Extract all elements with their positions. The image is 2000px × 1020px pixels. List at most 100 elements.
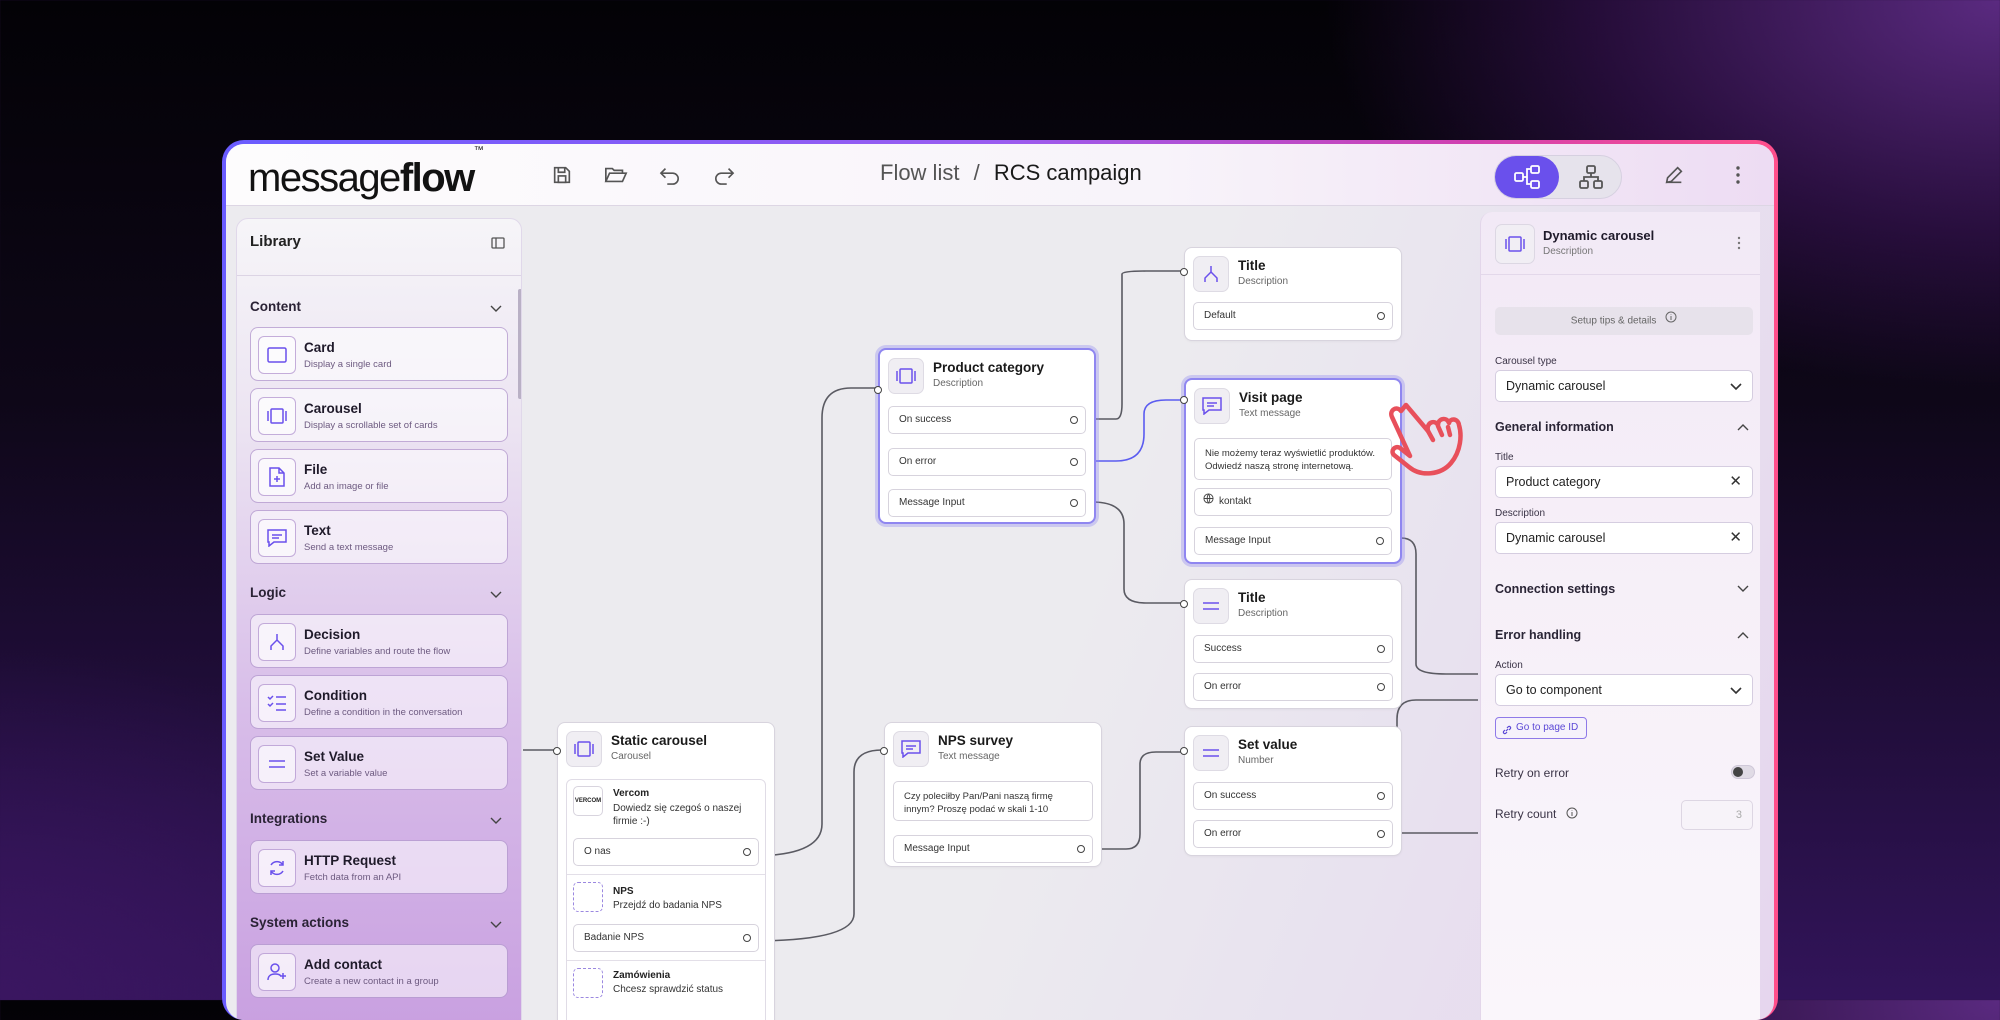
- description-input[interactable]: Dynamic carousel ✕: [1495, 522, 1753, 554]
- node-title: Product category: [933, 360, 1045, 375]
- branch-icon: [1193, 256, 1229, 292]
- card-title: Zamówienia: [613, 970, 671, 981]
- node-static-carousel[interactable]: Static carousel Carousel VERCOM Vercom D…: [553, 722, 775, 1020]
- node-output-on-error[interactable]: On error: [1193, 673, 1393, 701]
- section-label: Connection settings: [1495, 582, 1616, 596]
- title-input[interactable]: Product category ✕: [1495, 466, 1753, 498]
- card-text: Przejdź do badania NPS: [613, 900, 722, 911]
- equals-icon: [1193, 588, 1229, 624]
- retry-count-label: Retry count: [1495, 807, 1557, 821]
- output-port[interactable]: [1377, 792, 1385, 800]
- panel-subtitle: Description: [1543, 246, 1594, 257]
- node-output-message-input[interactable]: Message Input: [888, 489, 1086, 517]
- row-label: Message Input: [904, 843, 970, 854]
- select-value: Go to component: [1506, 683, 1602, 697]
- node-output-message-input[interactable]: Message Input: [1194, 527, 1392, 555]
- node-title: Static carousel: [611, 733, 708, 748]
- input-value: Dynamic carousel: [1506, 531, 1606, 545]
- node-output-on-error[interactable]: On error: [888, 448, 1086, 476]
- row-label: O nas: [584, 846, 611, 857]
- node-decision[interactable]: Title Description Default: [1180, 247, 1402, 341]
- node-message: Nie możemy teraz wyświetlić produktów. O…: [1194, 438, 1392, 480]
- globe-icon: [1203, 489, 1214, 515]
- card-button-badanie-nps[interactable]: Badanie NPS: [573, 924, 759, 952]
- node-visit-page[interactable]: Visit page Text message Nie możemy teraz…: [1180, 378, 1402, 564]
- setup-tips-button[interactable]: Setup tips & details: [1495, 307, 1753, 335]
- clear-icon[interactable]: ✕: [1729, 523, 1742, 553]
- node-title-description[interactable]: Title Description Success On error: [1180, 579, 1402, 709]
- action-select[interactable]: Go to component: [1495, 674, 1753, 706]
- output-port[interactable]: [743, 934, 751, 942]
- carousel-type-select[interactable]: Dynamic carousel: [1495, 370, 1753, 402]
- input-port[interactable]: [1180, 268, 1188, 276]
- section-connection-settings[interactable]: Connection settings: [1495, 582, 1753, 596]
- link-icon: [1502, 723, 1512, 743]
- output-port[interactable]: [1070, 416, 1078, 424]
- node-subtitle: Number: [1238, 755, 1274, 766]
- chevron-down-icon: [1730, 676, 1742, 706]
- output-port[interactable]: [1077, 845, 1085, 853]
- output-port[interactable]: [1377, 683, 1385, 691]
- node-nps-survey[interactable]: NPS survey Text message Czy poleciłby Pa…: [880, 722, 1102, 867]
- carousel-cards: VERCOM Vercom Dowiedz się czegoś o nasze…: [566, 779, 766, 1020]
- node-output-on-error[interactable]: On error: [1193, 820, 1393, 848]
- output-port[interactable]: [1377, 312, 1385, 320]
- row-label: Default: [1204, 310, 1236, 321]
- node-title: Visit page: [1239, 390, 1303, 405]
- row-label: Message Input: [1205, 535, 1271, 546]
- input-port[interactable]: [553, 747, 561, 755]
- retry-count-input[interactable]: 3: [1681, 800, 1753, 830]
- node-output-message-input[interactable]: Message Input: [893, 835, 1093, 863]
- card-button-o-nas[interactable]: O nas: [573, 838, 759, 866]
- node-title: Title: [1238, 258, 1266, 273]
- row-label: Message Input: [899, 497, 965, 508]
- node-link-button[interactable]: kontakt: [1194, 488, 1392, 516]
- row-label: On error: [899, 456, 937, 467]
- more-vertical-icon[interactable]: [1737, 236, 1741, 255]
- input-port[interactable]: [880, 747, 888, 755]
- card-text: Dowiedz się czegoś o naszej firmie :-): [613, 803, 742, 827]
- carousel-icon: [566, 731, 602, 767]
- app-window: messageflow™ Flow list / RCS campaign Li…: [226, 144, 1774, 1020]
- node-output-default[interactable]: Default: [1193, 302, 1393, 330]
- node-set-value[interactable]: Set value Number On success On error: [1180, 726, 1402, 856]
- go-to-page-id-button[interactable]: Go to page ID: [1495, 717, 1588, 739]
- input-port[interactable]: [1180, 747, 1188, 755]
- carousel-icon: [1495, 224, 1535, 264]
- vercom-logo: VERCOM: [573, 786, 603, 816]
- output-port[interactable]: [1377, 645, 1385, 653]
- section-general-information[interactable]: General information: [1495, 420, 1753, 434]
- card-text: Chcesz sprawdzić status: [613, 984, 724, 995]
- hand-pointer-icon: [1388, 399, 1464, 492]
- action-label: Action: [1495, 660, 1523, 671]
- output-port[interactable]: [1376, 537, 1384, 545]
- input-port[interactable]: [1180, 396, 1188, 404]
- row-label: On success: [1204, 790, 1257, 801]
- section-label: General information: [1495, 420, 1614, 434]
- output-port[interactable]: [1377, 830, 1385, 838]
- node-subtitle: Carousel: [611, 751, 652, 762]
- node-subtitle: Description: [933, 378, 984, 389]
- row-label: On error: [1204, 681, 1242, 692]
- image-placeholder-icon: [573, 882, 603, 912]
- section-error-handling[interactable]: Error handling: [1495, 628, 1753, 642]
- node-output-success[interactable]: Success: [1193, 635, 1393, 663]
- retry-on-error-toggle[interactable]: [1731, 765, 1755, 779]
- card-title: Vercom: [613, 788, 650, 799]
- row-label: kontakt: [1219, 496, 1252, 507]
- output-port[interactable]: [1070, 458, 1078, 466]
- node-output-on-success[interactable]: On success: [1193, 782, 1393, 810]
- output-port[interactable]: [1070, 499, 1078, 507]
- output-port[interactable]: [743, 848, 751, 856]
- info-icon: [1566, 807, 1578, 822]
- carousel-icon: [888, 358, 924, 394]
- node-output-on-success[interactable]: On success: [888, 406, 1086, 434]
- node-subtitle: Text message: [938, 751, 1000, 762]
- input-port[interactable]: [1180, 600, 1188, 608]
- row-label: On success: [899, 414, 952, 425]
- retry-count-row: Retry count: [1495, 807, 1578, 822]
- clear-icon[interactable]: ✕: [1729, 467, 1742, 497]
- node-product-category[interactable]: Product category Description On success …: [874, 348, 1096, 524]
- chat-icon: [893, 731, 929, 767]
- input-port[interactable]: [874, 386, 882, 394]
